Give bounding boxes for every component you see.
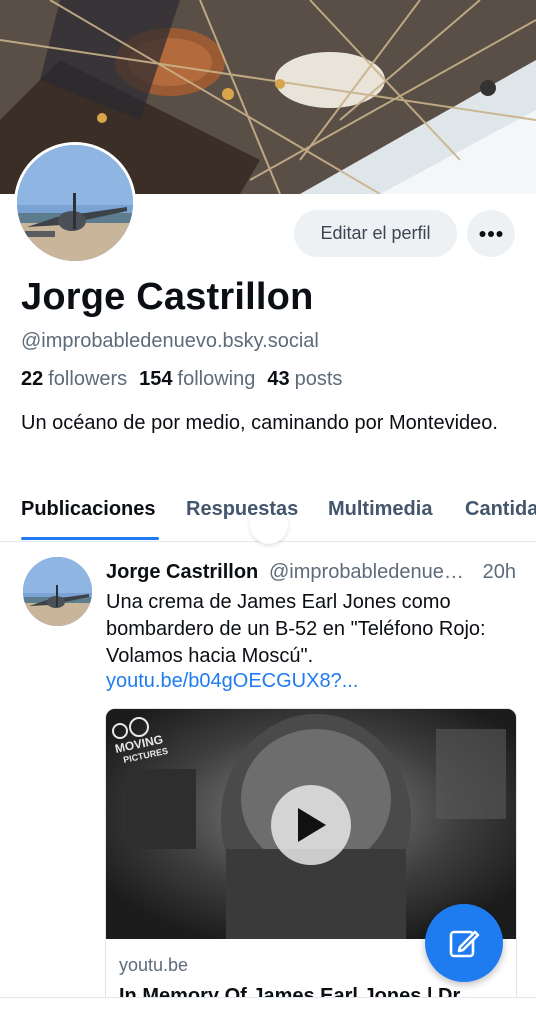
card-domain: youtu.be — [119, 955, 189, 975]
play-icon — [298, 808, 326, 842]
posts-count: 43 — [267, 368, 290, 390]
followers-count: 22 — [21, 368, 44, 390]
posts-label: posts — [294, 368, 343, 390]
active-tab-indicator — [21, 537, 159, 540]
post-link[interactable]: youtu.be/b04gOECGUX8?... — [106, 670, 358, 693]
profile-bio: Un océano de por medio, caminando por Mo… — [21, 412, 498, 434]
following-label: following — [177, 368, 256, 390]
post-timestamp: 20h — [482, 561, 516, 583]
compose-post-button[interactable] — [425, 904, 503, 982]
avatar-plane-image — [17, 145, 133, 261]
posts-stat: 43 posts — [267, 368, 342, 391]
post-header: Jorge Castrillon @improbabledenuev... 20… — [106, 561, 518, 585]
followers-label: followers — [48, 368, 128, 390]
compose-icon — [449, 930, 480, 958]
bottom-navigation-bar — [0, 998, 536, 1024]
edit-profile-button[interactable]: Editar el perfil — [294, 210, 457, 257]
tab-cantida[interactable]: Cantida — [465, 498, 536, 521]
tab-multimedia[interactable]: Multimedia — [328, 498, 432, 521]
post-author-handle[interactable]: @improbabledenuev... — [269, 561, 469, 584]
following-count: 154 — [139, 368, 173, 390]
display-name: Jorge Castrillon — [21, 276, 314, 318]
post-author-name[interactable]: Jorge Castrillon — [106, 561, 258, 584]
followers-stat[interactable]: 22 followers — [21, 368, 127, 391]
following-stat[interactable]: 154 following — [139, 368, 255, 391]
post-author-avatar[interactable] — [23, 557, 92, 626]
more-options-button[interactable] — [467, 210, 515, 257]
post-avatar-plane-image — [23, 557, 92, 626]
profile-avatar[interactable] — [14, 142, 136, 264]
post-text: Una crema de James Earl Jones como bomba… — [106, 591, 486, 667]
profile-screen: Editar el perfil Jorge Castrillon @impro… — [0, 0, 536, 1024]
profile-stats: 22 followers 154 following 43 posts — [21, 368, 342, 391]
play-button[interactable] — [271, 785, 351, 865]
more-horizontal-icon — [479, 230, 503, 237]
tab-publicaciones[interactable]: Publicaciones — [21, 498, 156, 521]
profile-handle: @improbabledenuevo.bsky.social — [21, 330, 319, 352]
